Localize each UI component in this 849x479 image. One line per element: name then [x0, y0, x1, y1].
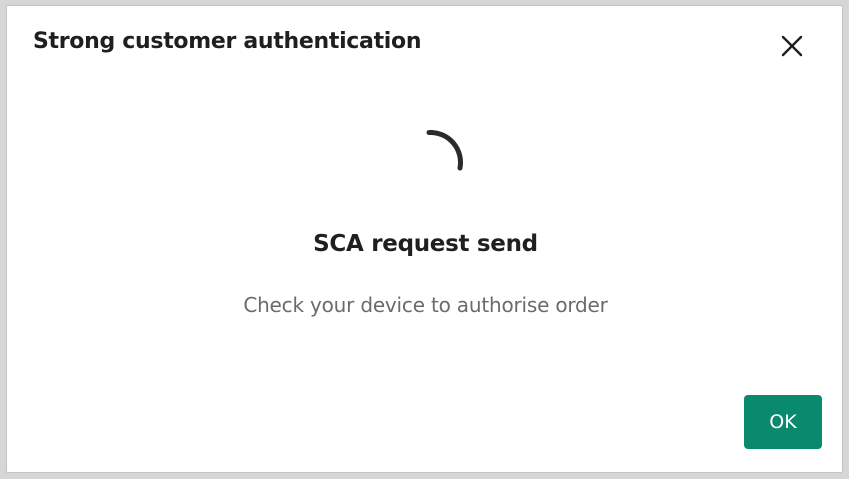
sca-dialog: Strong customer authentication SCA reque…: [6, 5, 843, 473]
close-button[interactable]: [780, 34, 804, 58]
status-message: Check your device to authorise order: [243, 293, 608, 317]
ok-button[interactable]: OK: [744, 395, 822, 449]
dialog-title: Strong customer authentication: [33, 29, 422, 54]
close-icon: [781, 35, 803, 57]
loading-spinner-icon: [426, 130, 463, 171]
status-title: SCA request send: [313, 231, 538, 257]
